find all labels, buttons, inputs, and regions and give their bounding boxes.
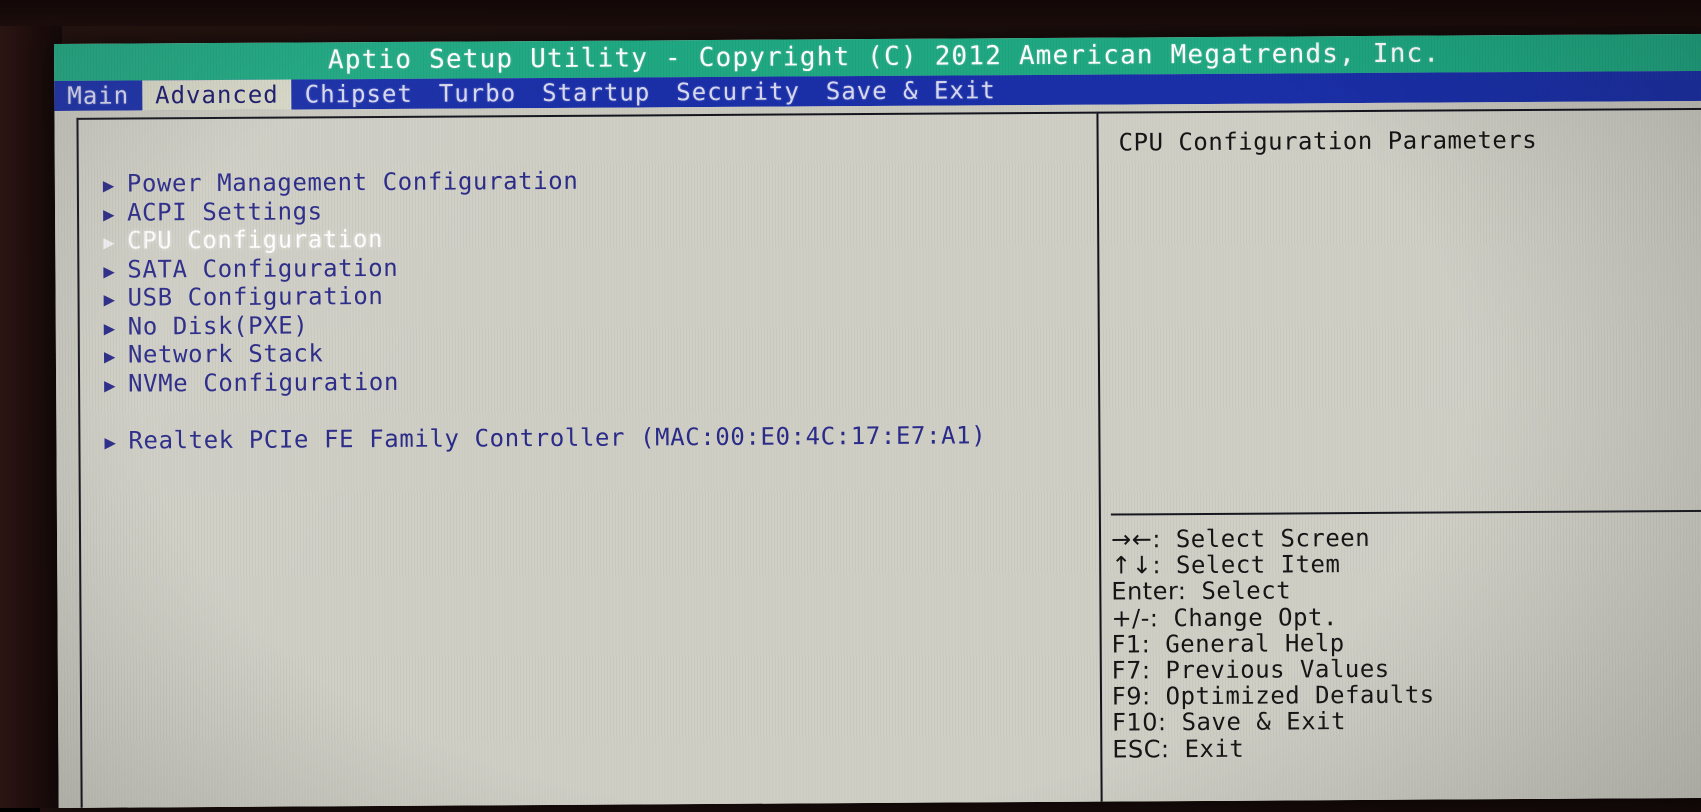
legend-action: Change Opt.	[1173, 603, 1338, 632]
menu-item-label: Realtek PCIe FE Family Controller (MAC:0…	[128, 421, 986, 455]
legend-row: F10: Save & Exit	[1112, 706, 1701, 736]
legend-row: F1: General Help	[1112, 628, 1701, 658]
main-settings-panel: ▶Power Management Configuration▶ACPI Set…	[76, 112, 1100, 808]
legend-action: Exit	[1184, 734, 1244, 762]
tab-security[interactable]: Security	[663, 76, 813, 107]
menu-item-label: Network Stack	[128, 339, 324, 369]
legend-keys: →←:	[1111, 526, 1161, 553]
menu-item-label: SATA Configuration	[127, 253, 398, 283]
tab-advanced[interactable]: Advanced	[142, 80, 292, 111]
legend-action: Optimized Defaults	[1166, 681, 1435, 711]
submenu-arrow-icon: ▶	[103, 200, 127, 229]
submenu-arrow-icon: ▶	[103, 172, 127, 201]
menu-item-label: Power Management Configuration	[127, 167, 579, 198]
legend-row: →←: Select Screen	[1111, 523, 1701, 553]
content-area: ▶Power Management Configuration▶ACPI Set…	[54, 101, 1701, 808]
legend-row: ESC: Exit	[1112, 733, 1701, 763]
tab-chipset[interactable]: Chipset	[292, 79, 426, 110]
submenu-arrow-icon: ▶	[103, 286, 127, 315]
legend-action: General Help	[1165, 629, 1345, 658]
legend-keys: F9:	[1112, 684, 1151, 710]
tab-turbo[interactable]: Turbo	[426, 78, 529, 109]
legend-keys: ESC:	[1112, 736, 1169, 763]
menu-item-label: ACPI Settings	[127, 197, 323, 227]
tab-save-exit[interactable]: Save & Exit	[813, 75, 1009, 106]
menu-item-label: No Disk(PXE)	[128, 311, 309, 341]
legend-row: F9: Optimized Defaults	[1112, 680, 1701, 710]
menu-item-realtek-pcie-fe-family-controller-mac-00-e0-4c-17-e7-a1[interactable]: ▶Realtek PCIe FE Family Controller (MAC:…	[104, 421, 1064, 455]
legend-row: +/-: Change Opt.	[1111, 601, 1701, 631]
legend-keys: +/-:	[1111, 605, 1158, 631]
bios-setup-screen: Aptio Setup Utility - Copyright (C) 2012…	[54, 34, 1701, 808]
legend-action: Select	[1201, 577, 1291, 606]
help-description: CPU Configuration Parameters	[1119, 124, 1689, 157]
legend-row: ↑↓: Select Item	[1111, 549, 1701, 579]
legend-keys: F7:	[1112, 657, 1151, 683]
tab-main[interactable]: Main	[54, 80, 142, 111]
submenu-arrow-icon: ▶	[104, 314, 128, 343]
key-legend-list: →←: Select Screen↑↓: Select ItemEnter: S…	[1111, 523, 1701, 762]
menu-item-label: NVMe Configuration	[128, 367, 399, 397]
submenu-arrow-icon: ▶	[104, 429, 128, 458]
submenu-arrow-icon: ▶	[103, 229, 127, 258]
legend-action: Save & Exit	[1181, 708, 1346, 737]
help-panel: CPU Configuration Parameters →←: Select …	[1096, 108, 1701, 802]
legend-keys: F10:	[1112, 710, 1167, 737]
legend-keys: Enter:	[1111, 578, 1186, 605]
submenu-arrow-icon: ▶	[104, 371, 128, 400]
legend-action: Select Screen	[1176, 524, 1371, 553]
legend-row: Enter: Select	[1111, 575, 1701, 605]
settings-menu-list: ▶Power Management Configuration▶ACPI Set…	[103, 164, 1065, 455]
monitor-bezel-top	[0, 0, 1701, 26]
legend-action: Select Item	[1176, 550, 1341, 579]
legend-keys: F1:	[1112, 631, 1151, 657]
submenu-arrow-icon: ▶	[103, 257, 127, 286]
submenu-arrow-icon: ▶	[104, 343, 128, 372]
help-divider	[1111, 510, 1701, 516]
legend-keys: ↑↓:	[1111, 552, 1161, 579]
menu-item-label: CPU Configuration	[127, 225, 383, 255]
legend-row: F7: Previous Values	[1112, 654, 1701, 684]
tab-startup[interactable]: Startup	[529, 77, 663, 108]
legend-action: Previous Values	[1165, 655, 1389, 684]
menu-item-label: USB Configuration	[127, 282, 383, 312]
monitor-bezel-left	[0, 0, 62, 808]
